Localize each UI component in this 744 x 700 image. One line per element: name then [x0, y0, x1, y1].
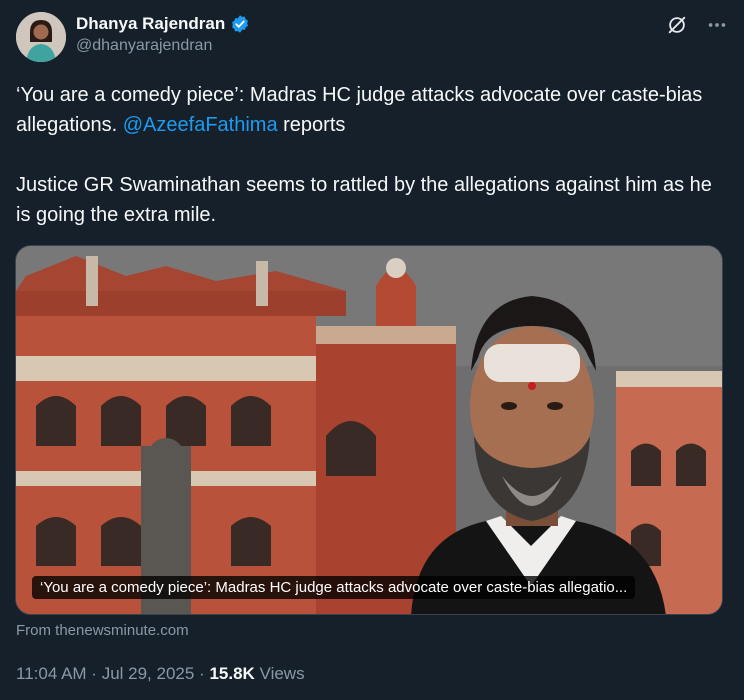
meta-separator: ·	[194, 664, 210, 683]
tweet-actions	[666, 14, 728, 36]
mention-link[interactable]: @AzeefaFathima	[123, 114, 278, 136]
grok-icon[interactable]	[666, 14, 688, 36]
tweet-date[interactable]: Jul 29, 2025	[102, 664, 195, 683]
author-names: Dhanya Rajendran @dhanyarajendran	[76, 14, 250, 55]
author-handle[interactable]: @dhanyarajendran	[76, 37, 250, 55]
tweet-text: ‘You are a comedy piece’: Madras HC judg…	[16, 80, 728, 230]
views-count: 15.8K	[209, 664, 255, 683]
link-card[interactable]: ‘You are a comedy piece’: Madras HC judg…	[15, 245, 723, 615]
tweet-meta: 11:04 AM · Jul 29, 2025 · 15.8K Views	[16, 664, 305, 684]
views-label: Views	[254, 664, 305, 683]
tweet-paragraph-2: Justice GR Swaminathan seems to rattled …	[16, 174, 712, 226]
tweet-line1-text: ‘You are a comedy piece’: Madras HC judg…	[16, 84, 703, 136]
tweet-header: Dhanya Rajendran @dhanyarajendran	[16, 12, 728, 64]
tweet-line1-suffix: reports	[277, 114, 346, 136]
card-source[interactable]: From thenewsminute.com	[16, 622, 189, 639]
more-icon[interactable]	[706, 14, 728, 36]
author-display-name[interactable]: Dhanya Rajendran	[76, 14, 225, 34]
verified-badge-icon	[230, 14, 250, 34]
card-image	[16, 246, 722, 614]
tweet-time[interactable]: 11:04 AM	[16, 664, 87, 683]
tweet-paragraph-1: ‘You are a comedy piece’: Madras HC judg…	[16, 80, 728, 140]
meta-separator: ·	[86, 664, 102, 683]
avatar[interactable]	[16, 12, 66, 62]
card-caption: ‘You are a comedy piece’: Madras HC judg…	[32, 576, 636, 599]
